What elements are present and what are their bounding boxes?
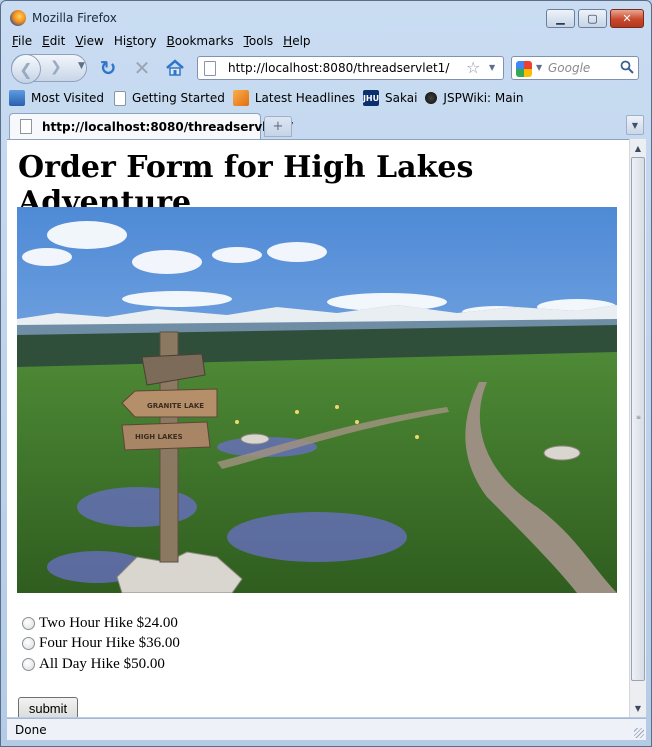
- jhu-icon: JHU: [363, 90, 379, 106]
- sign-label-top: GRANITE LAKE: [147, 402, 204, 410]
- menu-view[interactable]: View: [70, 32, 108, 50]
- status-bar: Done: [7, 718, 646, 740]
- sign-label-bottom: HIGH LAKES: [135, 433, 183, 441]
- page-content: Order Form for High Lakes Adventure GRAN…: [7, 139, 629, 717]
- window-title: Mozilla Firefox: [32, 11, 117, 25]
- search-engine-dropdown-icon[interactable]: ▼: [536, 63, 542, 72]
- google-icon[interactable]: [516, 61, 532, 77]
- hiking-trail-photo: GRANITE LAKE HIGH LAKES: [17, 207, 617, 593]
- history-dropdown-icon[interactable]: ▼: [78, 61, 85, 71]
- firefox-logo-icon: [10, 10, 26, 26]
- hike-options: Two Hour Hike $24.00 Four Hour Hike $36.…: [22, 613, 180, 675]
- search-icon[interactable]: [620, 60, 634, 74]
- search-bar[interactable]: ▼ Google: [511, 56, 639, 80]
- tab-threadservlet1[interactable]: http://localhost:8080/threadservlet1/: [9, 113, 293, 139]
- url-text: http://localhost:8080/threadservlet1/: [228, 61, 450, 75]
- option-label: All Day Hike $50.00: [39, 655, 165, 672]
- close-icon: ✕: [622, 12, 632, 25]
- menu-edit[interactable]: Edit: [37, 32, 70, 50]
- menu-bookmarks[interactable]: Bookmarks: [162, 32, 239, 50]
- tab-title: http://localhost:8080/threadservlet1/: [42, 120, 293, 134]
- back-arrow-icon: ❮: [19, 59, 33, 79]
- bookmark-latest-headlines[interactable]: Latest Headlines: [232, 90, 355, 106]
- forward-button[interactable]: ❯: [50, 59, 62, 75]
- jspwiki-icon: [425, 92, 438, 104]
- option-all-day[interactable]: All Day Hike $50.00: [22, 654, 180, 675]
- menu-bar: File Edit View History Bookmarks Tools H…: [7, 32, 316, 50]
- menu-help[interactable]: Help: [278, 32, 315, 50]
- menu-file[interactable]: File: [7, 32, 37, 50]
- option-label: Four Hour Hike $36.00: [39, 635, 180, 652]
- list-all-tabs-button[interactable]: ▼: [626, 115, 644, 135]
- radio-four-hour[interactable]: [22, 637, 35, 651]
- new-tab-button[interactable]: +: [264, 116, 292, 137]
- bookmark-star-icon[interactable]: ☆: [466, 58, 480, 77]
- option-label: Two Hour Hike $24.00: [39, 614, 178, 631]
- document-icon: [114, 90, 127, 106]
- plus-icon: +: [272, 119, 284, 134]
- resize-grip-icon[interactable]: [634, 728, 644, 738]
- chevron-down-icon: ▼: [631, 120, 639, 130]
- url-dropdown-icon[interactable]: ▼: [489, 63, 495, 72]
- option-two-hour[interactable]: Two Hour Hike $24.00: [22, 613, 180, 634]
- bookmark-jspwiki[interactable]: JSPWiki: Main: [425, 91, 524, 105]
- bookmark-most-visited[interactable]: Most Visited: [9, 90, 104, 106]
- scroll-down-icon[interactable]: ▼: [630, 700, 646, 716]
- title-bar: Mozilla Firefox ▁ ▢ ✕: [1, 1, 651, 33]
- status-text: Done: [15, 723, 47, 737]
- browser-window: Mozilla Firefox ▁ ▢ ✕ File Edit View His…: [0, 0, 652, 747]
- scroll-up-icon[interactable]: ▲: [630, 140, 646, 156]
- reload-icon[interactable]: ↻: [97, 56, 119, 80]
- page-icon: [204, 61, 216, 76]
- scrollbar-thumb[interactable]: ≡: [631, 157, 645, 681]
- menu-history[interactable]: History: [109, 32, 162, 50]
- bookmark-sakai[interactable]: JHU Sakai: [363, 90, 417, 106]
- back-button[interactable]: ❮: [11, 54, 41, 84]
- search-placeholder: Google: [548, 61, 591, 75]
- tab-strip: http://localhost:8080/threadservlet1/ + …: [1, 111, 651, 139]
- radio-all-day[interactable]: [22, 657, 35, 671]
- back-forward-group: ❮ ❯ ▼: [11, 54, 87, 84]
- submit-button[interactable]: submit: [18, 697, 78, 717]
- maximize-icon: ▢: [587, 12, 598, 25]
- bookmark-getting-started[interactable]: Getting Started: [112, 90, 225, 106]
- menu-tools[interactable]: Tools: [239, 32, 279, 50]
- vertical-scrollbar[interactable]: ▲ ≡ ▼: [629, 139, 646, 717]
- rss-feed-icon: [232, 90, 249, 106]
- radio-two-hour[interactable]: [22, 616, 35, 630]
- address-bar[interactable]: http://localhost:8080/threadservlet1/ ☆ …: [197, 56, 504, 80]
- stop-icon[interactable]: ✕: [131, 56, 153, 80]
- most-visited-icon: [9, 90, 25, 106]
- bookmarks-toolbar: Most Visited Getting Started Latest Head…: [9, 87, 532, 109]
- option-four-hour[interactable]: Four Hour Hike $36.00: [22, 634, 180, 655]
- navigation-toolbar: ❮ ❯ ▼ ↻ ✕ http://localhost:8080/threadse…: [1, 51, 651, 85]
- maximize-button[interactable]: ▢: [578, 9, 607, 28]
- page-icon: [20, 119, 32, 134]
- minimize-icon: ▁: [556, 12, 565, 25]
- minimize-button[interactable]: ▁: [546, 9, 575, 28]
- close-button[interactable]: ✕: [610, 9, 644, 28]
- grip-icon: ≡: [636, 414, 642, 421]
- home-icon[interactable]: [164, 57, 186, 79]
